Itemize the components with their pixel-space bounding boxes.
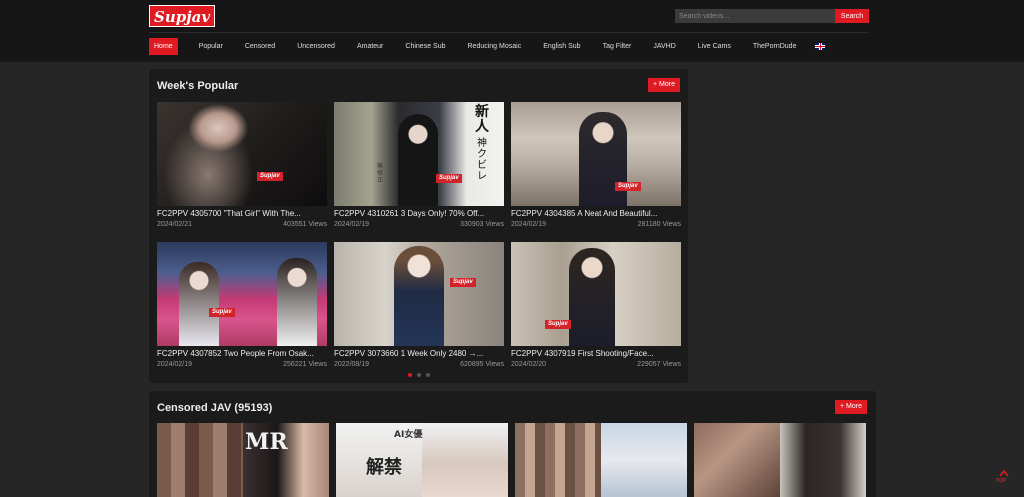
person-figure <box>569 248 615 346</box>
video-title[interactable]: FC2PPV 3073660 1 Week Only 2480 →... <box>334 349 504 358</box>
search-button[interactable]: Search <box>835 9 869 23</box>
cover-text: MR <box>245 429 288 455</box>
video-date: 2022/08/19 <box>334 361 370 368</box>
cover-collage <box>515 423 601 497</box>
video-views: 256221 Views <box>283 361 327 368</box>
nav-home[interactable]: Home <box>149 38 178 55</box>
nav-theporndude[interactable]: ThePornDude <box>748 38 802 55</box>
nav-reducing-mosaic[interactable]: Reducing Mosaic <box>463 38 527 55</box>
video-views: 330903 Views <box>460 221 504 228</box>
nav-popular[interactable]: Popular <box>194 38 228 55</box>
back-to-top-button[interactable]: TOP <box>995 469 1013 485</box>
nav-uncensored[interactable]: Uncensored <box>292 38 340 55</box>
section-title: Week's Popular <box>157 80 239 92</box>
nav-javhd[interactable]: JAVHD <box>648 38 680 55</box>
search-input[interactable] <box>675 9 835 23</box>
carousel-dots <box>408 373 430 377</box>
main-nav: Home Popular Censored Uncensored Amateur… <box>149 38 826 55</box>
video-card[interactable]: Supjav FC2PPV 4305700 "That Girl" With T… <box>157 102 327 234</box>
cover-text-side: 無修正 <box>377 164 384 184</box>
video-thumbnail[interactable]: Supjav <box>157 102 327 206</box>
video-views: 403551 Views <box>283 221 327 228</box>
video-card[interactable]: Supjav FC2PPV 4307919 First Shooting/Fac… <box>511 242 681 374</box>
video-thumbnail[interactable]: Supjav <box>511 242 681 346</box>
cover-portrait <box>422 423 508 497</box>
video-date: 2024/02/19 <box>157 361 193 368</box>
cover-thumbnail[interactable]: MR <box>157 423 329 497</box>
section-title: Censored JAV (95193) <box>157 402 273 414</box>
person-figure <box>394 246 444 346</box>
video-thumbnail[interactable]: 新人 神クビレ 無修正 Supjav <box>334 102 504 206</box>
cover-portrait <box>601 423 687 497</box>
video-card[interactable]: Supjav FC2PPV 4304385 A Neat And Beautif… <box>511 102 681 234</box>
video-title[interactable]: FC2PPV 4307852 Two People From Osak... <box>157 349 327 358</box>
video-views: 229057 Views <box>637 361 681 368</box>
carousel-dot[interactable] <box>426 373 430 377</box>
carousel-dot[interactable] <box>408 373 412 377</box>
nav-live-cams[interactable]: Live Cams <box>693 38 736 55</box>
video-thumbnail[interactable]: Supjav <box>334 242 504 346</box>
cover-text: AI女優 <box>394 430 423 440</box>
uk-flag-icon[interactable] <box>815 43 826 50</box>
video-date: 2024/02/21 <box>157 221 193 228</box>
more-button[interactable]: + More <box>648 78 680 92</box>
site-header: Supjav Search Home Popular Censored Unce… <box>0 0 1024 62</box>
cover-text-name: 神クビレ <box>477 138 487 182</box>
more-button[interactable]: + More <box>835 400 867 414</box>
cover-thumbnail[interactable]: 解禁 AI女優 <box>336 423 508 497</box>
cover-text-shinjin: 新人 <box>475 104 489 135</box>
cover-collage <box>157 423 243 497</box>
video-card[interactable]: Supjav FC2PPV 4307852 Two People From Os… <box>157 242 327 374</box>
person-figure <box>579 112 627 206</box>
person-figure <box>277 258 317 346</box>
weeks-popular-section: Week's Popular + More Supjav FC2PPV 4305… <box>149 69 688 383</box>
nav-tag-filter[interactable]: Tag Filter <box>598 38 637 55</box>
nav-english-sub[interactable]: English Sub <box>538 38 585 55</box>
video-title[interactable]: FC2PPV 4310261 3 Days Only! 70% Off... <box>334 209 504 218</box>
video-title[interactable]: FC2PPV 4304385 A Neat And Beautiful... <box>511 209 681 218</box>
nav-censored[interactable]: Censored <box>240 38 280 55</box>
person-figure <box>179 262 219 346</box>
watermark: Supjav <box>450 278 476 287</box>
video-title[interactable]: FC2PPV 4307919 First Shooting/Face... <box>511 349 681 358</box>
video-date: 2024/02/20 <box>511 361 547 368</box>
video-views: 281180 Views <box>637 221 681 228</box>
arrow-up-icon <box>999 469 1009 477</box>
cover-text: 解禁 <box>366 457 402 478</box>
watermark: Supjav <box>545 320 571 329</box>
video-thumbnail[interactable]: Supjav <box>511 102 681 206</box>
site-logo[interactable]: Supjav <box>149 5 216 27</box>
nav-amateur[interactable]: Amateur <box>352 38 388 55</box>
video-views: 620895 Views <box>460 361 504 368</box>
watermark: Supjav <box>257 172 283 181</box>
nav-chinese-sub[interactable]: Chinese Sub <box>400 38 450 55</box>
video-date: 2024/02/19 <box>511 221 547 228</box>
video-date: 2024/02/19 <box>334 221 370 228</box>
watermark: Supjav <box>436 174 462 183</box>
video-card[interactable]: Supjav FC2PPV 3073660 1 Week Only 2480 →… <box>334 242 504 374</box>
cover-collage <box>694 423 780 497</box>
carousel-dot[interactable] <box>417 373 421 377</box>
video-card[interactable]: 新人 神クビレ 無修正 Supjav FC2PPV 4310261 3 Days… <box>334 102 504 234</box>
watermark: Supjav <box>209 308 235 317</box>
watermark: Supjav <box>615 182 641 191</box>
person-figure <box>398 114 438 206</box>
video-title[interactable]: FC2PPV 4305700 "That Girl" With The... <box>157 209 327 218</box>
cover-thumbnail[interactable] <box>694 423 866 497</box>
cover-portrait <box>780 423 866 497</box>
video-thumbnail[interactable]: Supjav <box>157 242 327 346</box>
cover-thumbnail[interactable] <box>515 423 687 497</box>
back-to-top-label: TOP <box>996 478 1007 484</box>
header-divider <box>149 32 869 33</box>
